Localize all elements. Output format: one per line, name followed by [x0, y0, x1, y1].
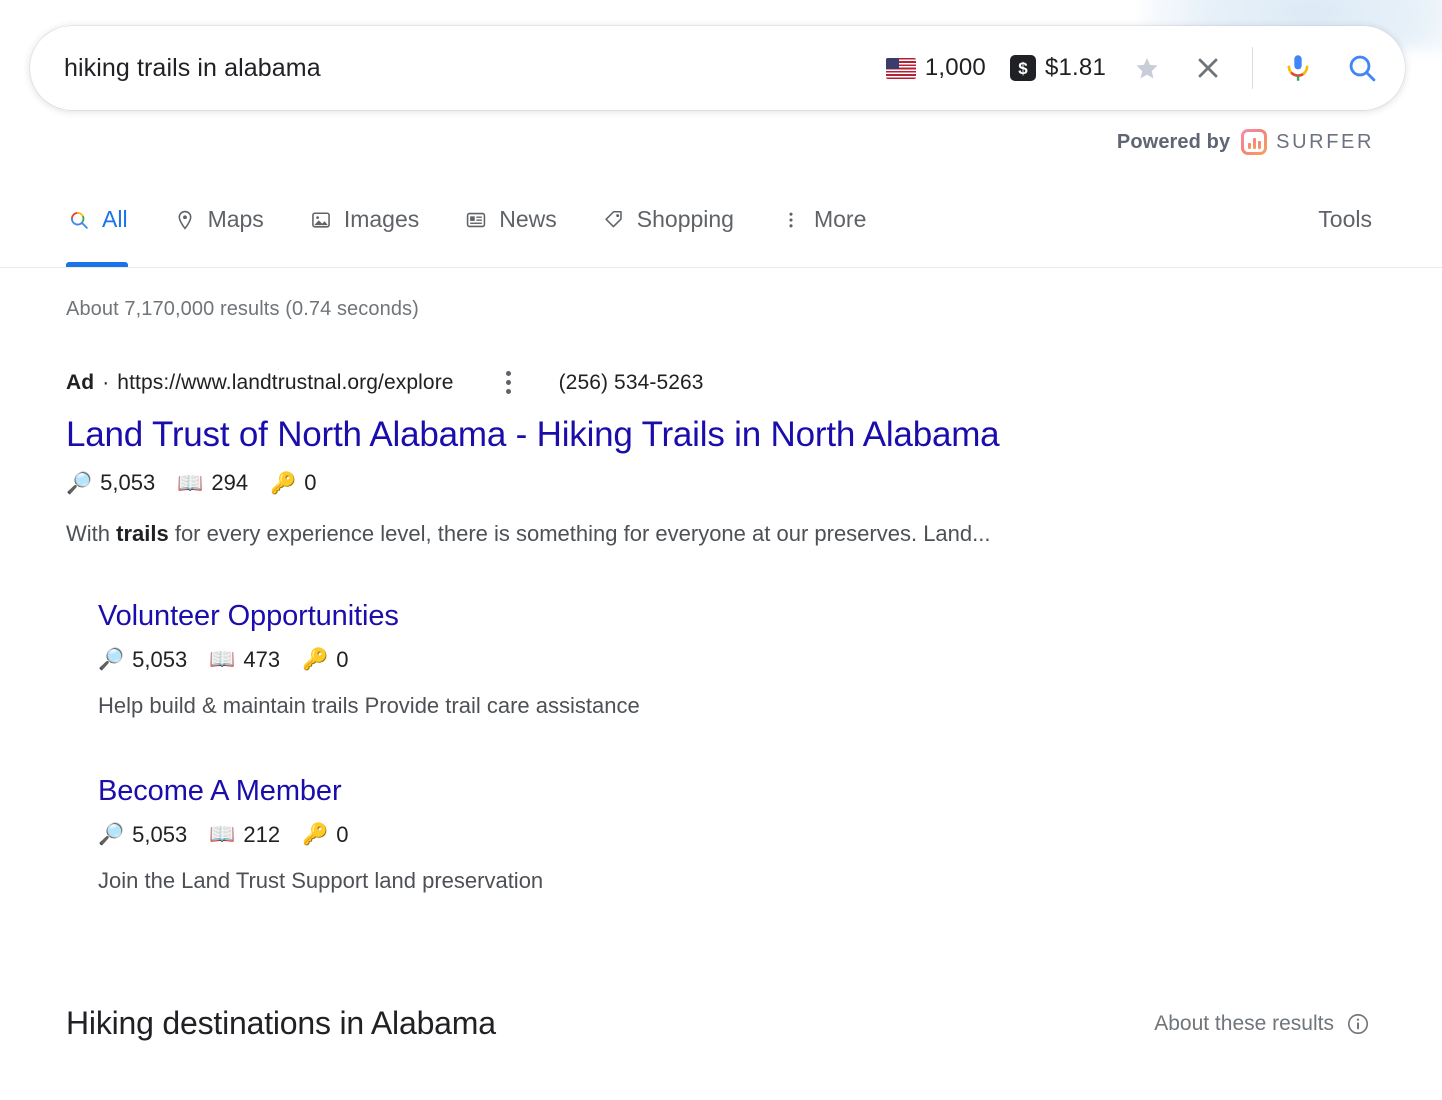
search-input[interactable]	[64, 53, 886, 83]
clear-search-button[interactable]	[1192, 52, 1224, 84]
star-icon	[1136, 58, 1158, 79]
ad-description-pre: With	[66, 521, 117, 546]
tab-maps-label: Maps	[207, 206, 264, 232]
info-icon	[1348, 1013, 1368, 1034]
voice-search-button[interactable]	[1281, 51, 1315, 85]
search-bar-metrics: 1,000 $ $1.81	[885, 47, 1379, 89]
sitelink-keyword-count: 🔑 0	[302, 822, 348, 848]
tab-shopping-label: Shopping	[636, 206, 734, 232]
sitelink-search-volume: 🔎 5,053	[98, 647, 187, 673]
ad-phone-number[interactable]: (256) 534-5263	[559, 371, 704, 395]
sitelink-title-link[interactable]: Volunteer Opportunities	[98, 600, 399, 633]
ad-word-count: 📖 294	[177, 470, 248, 496]
tools-button[interactable]: Tools	[1318, 196, 1372, 233]
tab-maps[interactable]: Maps	[172, 206, 264, 257]
open-book-emoji: 📖	[209, 822, 236, 847]
ad-result: Ad · https://www.landtrustnal.org/explor…	[66, 369, 1442, 894]
sitelink-word-count: 📖 473	[209, 647, 280, 673]
ad-description: With trails for every experience level, …	[66, 518, 1256, 550]
sitelink-item: Become A Member 🔎 5,053 📖 212 🔑 0 Join t…	[98, 775, 1442, 894]
magnifying-glass-emoji: 🔎	[66, 470, 93, 495]
map-pin-icon	[172, 207, 198, 233]
microphone-icon	[1287, 55, 1309, 81]
search-bar-container: 1,000 $ $1.81	[30, 26, 1405, 110]
search-nav-bar: All Maps Images News Shopping More Tools	[0, 196, 1442, 268]
tab-images[interactable]: Images	[308, 206, 419, 257]
about-these-results-button[interactable]: About these results	[1154, 1012, 1370, 1036]
sitelink-search-volume-value: 5,053	[132, 821, 188, 847]
sitelink-item: Volunteer Opportunities 🔎 5,053 📖 473 🔑	[98, 600, 1442, 719]
google-search-icon	[66, 207, 92, 233]
magnifying-glass-emoji: 🔎	[98, 647, 125, 672]
sitelink-word-count-value: 473	[243, 646, 281, 672]
search-tabs: All Maps Images News Shopping More	[66, 196, 910, 267]
ad-separator: ·	[102, 370, 110, 394]
us-flag-icon	[885, 57, 916, 79]
sitelink-search-volume: 🔎 5,053	[98, 822, 187, 848]
tab-news[interactable]: News	[463, 206, 557, 257]
ad-metrics-row: 🔎 5,053 📖 294 🔑 0	[66, 470, 1442, 496]
ad-search-volume: 🔎 5,053	[66, 470, 155, 496]
ad-search-volume-value: 5,053	[100, 470, 156, 495]
cpc-badge-icon: $	[1009, 55, 1036, 81]
tab-more[interactable]: More	[778, 206, 866, 257]
destinations-section-header: Hiking destinations in Alabama About the…	[0, 1005, 1442, 1042]
tab-all-label: All	[102, 206, 128, 232]
tab-all[interactable]: All	[66, 206, 128, 267]
sitelink-keyword-count: 🔑 0	[302, 647, 348, 673]
powered-by-surfer: Powered by SURFER	[1117, 129, 1374, 155]
search-volume-value: 1,000	[924, 54, 986, 81]
kebab-menu-icon	[778, 207, 804, 233]
ad-keyword-count-value: 0	[304, 470, 317, 495]
about-these-results-label: About these results	[1154, 1011, 1334, 1035]
powered-by-label: Powered by	[1116, 130, 1231, 153]
key-emoji: 🔑	[302, 647, 329, 672]
open-book-emoji: 📖	[177, 470, 204, 495]
sitelink-keyword-count-value: 0	[336, 646, 349, 672]
ad-title-link[interactable]: Land Trust of North Alabama - Hiking Tra…	[66, 414, 1442, 456]
key-emoji: 🔑	[302, 822, 329, 847]
ad-sitelinks: Volunteer Opportunities 🔎 5,053 📖 473 🔑	[98, 600, 1442, 894]
ad-description-post: for every experience level, there is som…	[168, 521, 991, 546]
ad-url-line: Ad · https://www.landtrustnal.org/explor…	[66, 369, 1442, 396]
sitelink-word-count: 📖 212	[209, 822, 280, 848]
tab-more-label: More	[813, 206, 867, 232]
close-icon	[1198, 58, 1218, 78]
ad-word-count-value: 294	[211, 470, 249, 495]
sitelink-keyword-count-value: 0	[336, 821, 349, 847]
sitelink-metrics-row: 🔎 5,053 📖 212 🔑 0	[98, 822, 1442, 848]
ad-options-button[interactable]	[500, 369, 517, 396]
results-container: About 7,170,000 results (0.74 seconds) A…	[0, 268, 1442, 894]
open-book-emoji: 📖	[209, 647, 236, 672]
tab-shopping[interactable]: Shopping	[601, 206, 734, 257]
search-results-page: 1,000 $ $1.81	[0, 0, 1442, 1100]
search-submit-button[interactable]	[1345, 51, 1379, 85]
price-tag-icon	[601, 207, 627, 233]
sitelink-word-count-value: 212	[243, 821, 281, 847]
ad-badge: Ad	[66, 370, 95, 394]
tab-images-label: Images	[343, 206, 420, 232]
surfer-brand-name: SURFER	[1276, 130, 1374, 153]
results-stats: About 7,170,000 results (0.74 seconds)	[66, 298, 419, 320]
vertical-divider	[1252, 47, 1253, 89]
magnifying-glass-emoji: 🔎	[98, 822, 125, 847]
ad-keyword-count: 🔑 0	[270, 470, 316, 496]
section-title: Hiking destinations in Alabama	[66, 1005, 496, 1041]
sitelink-description: Help build & maintain trails Provide tra…	[98, 692, 640, 718]
cpc-value: $1.81	[1044, 54, 1106, 81]
ad-url[interactable]: https://www.landtrustnal.org/explore	[117, 371, 453, 395]
surfer-logo-icon	[1241, 129, 1268, 155]
sitelink-description: Join the Land Trust Support land preserv…	[98, 867, 544, 893]
sitelink-search-volume-value: 5,053	[132, 646, 188, 672]
sitelink-title-link[interactable]: Become A Member	[98, 775, 342, 808]
star-button[interactable]	[1132, 53, 1162, 83]
ad-description-highlight: trails	[116, 521, 169, 546]
tab-news-label: News	[499, 206, 557, 232]
news-icon	[463, 207, 489, 233]
image-icon	[308, 207, 334, 233]
search-bar[interactable]: 1,000 $ $1.81	[30, 26, 1405, 110]
search-icon	[1349, 55, 1376, 82]
key-emoji: 🔑	[270, 470, 297, 495]
sitelink-metrics-row: 🔎 5,053 📖 473 🔑 0	[98, 647, 1442, 673]
